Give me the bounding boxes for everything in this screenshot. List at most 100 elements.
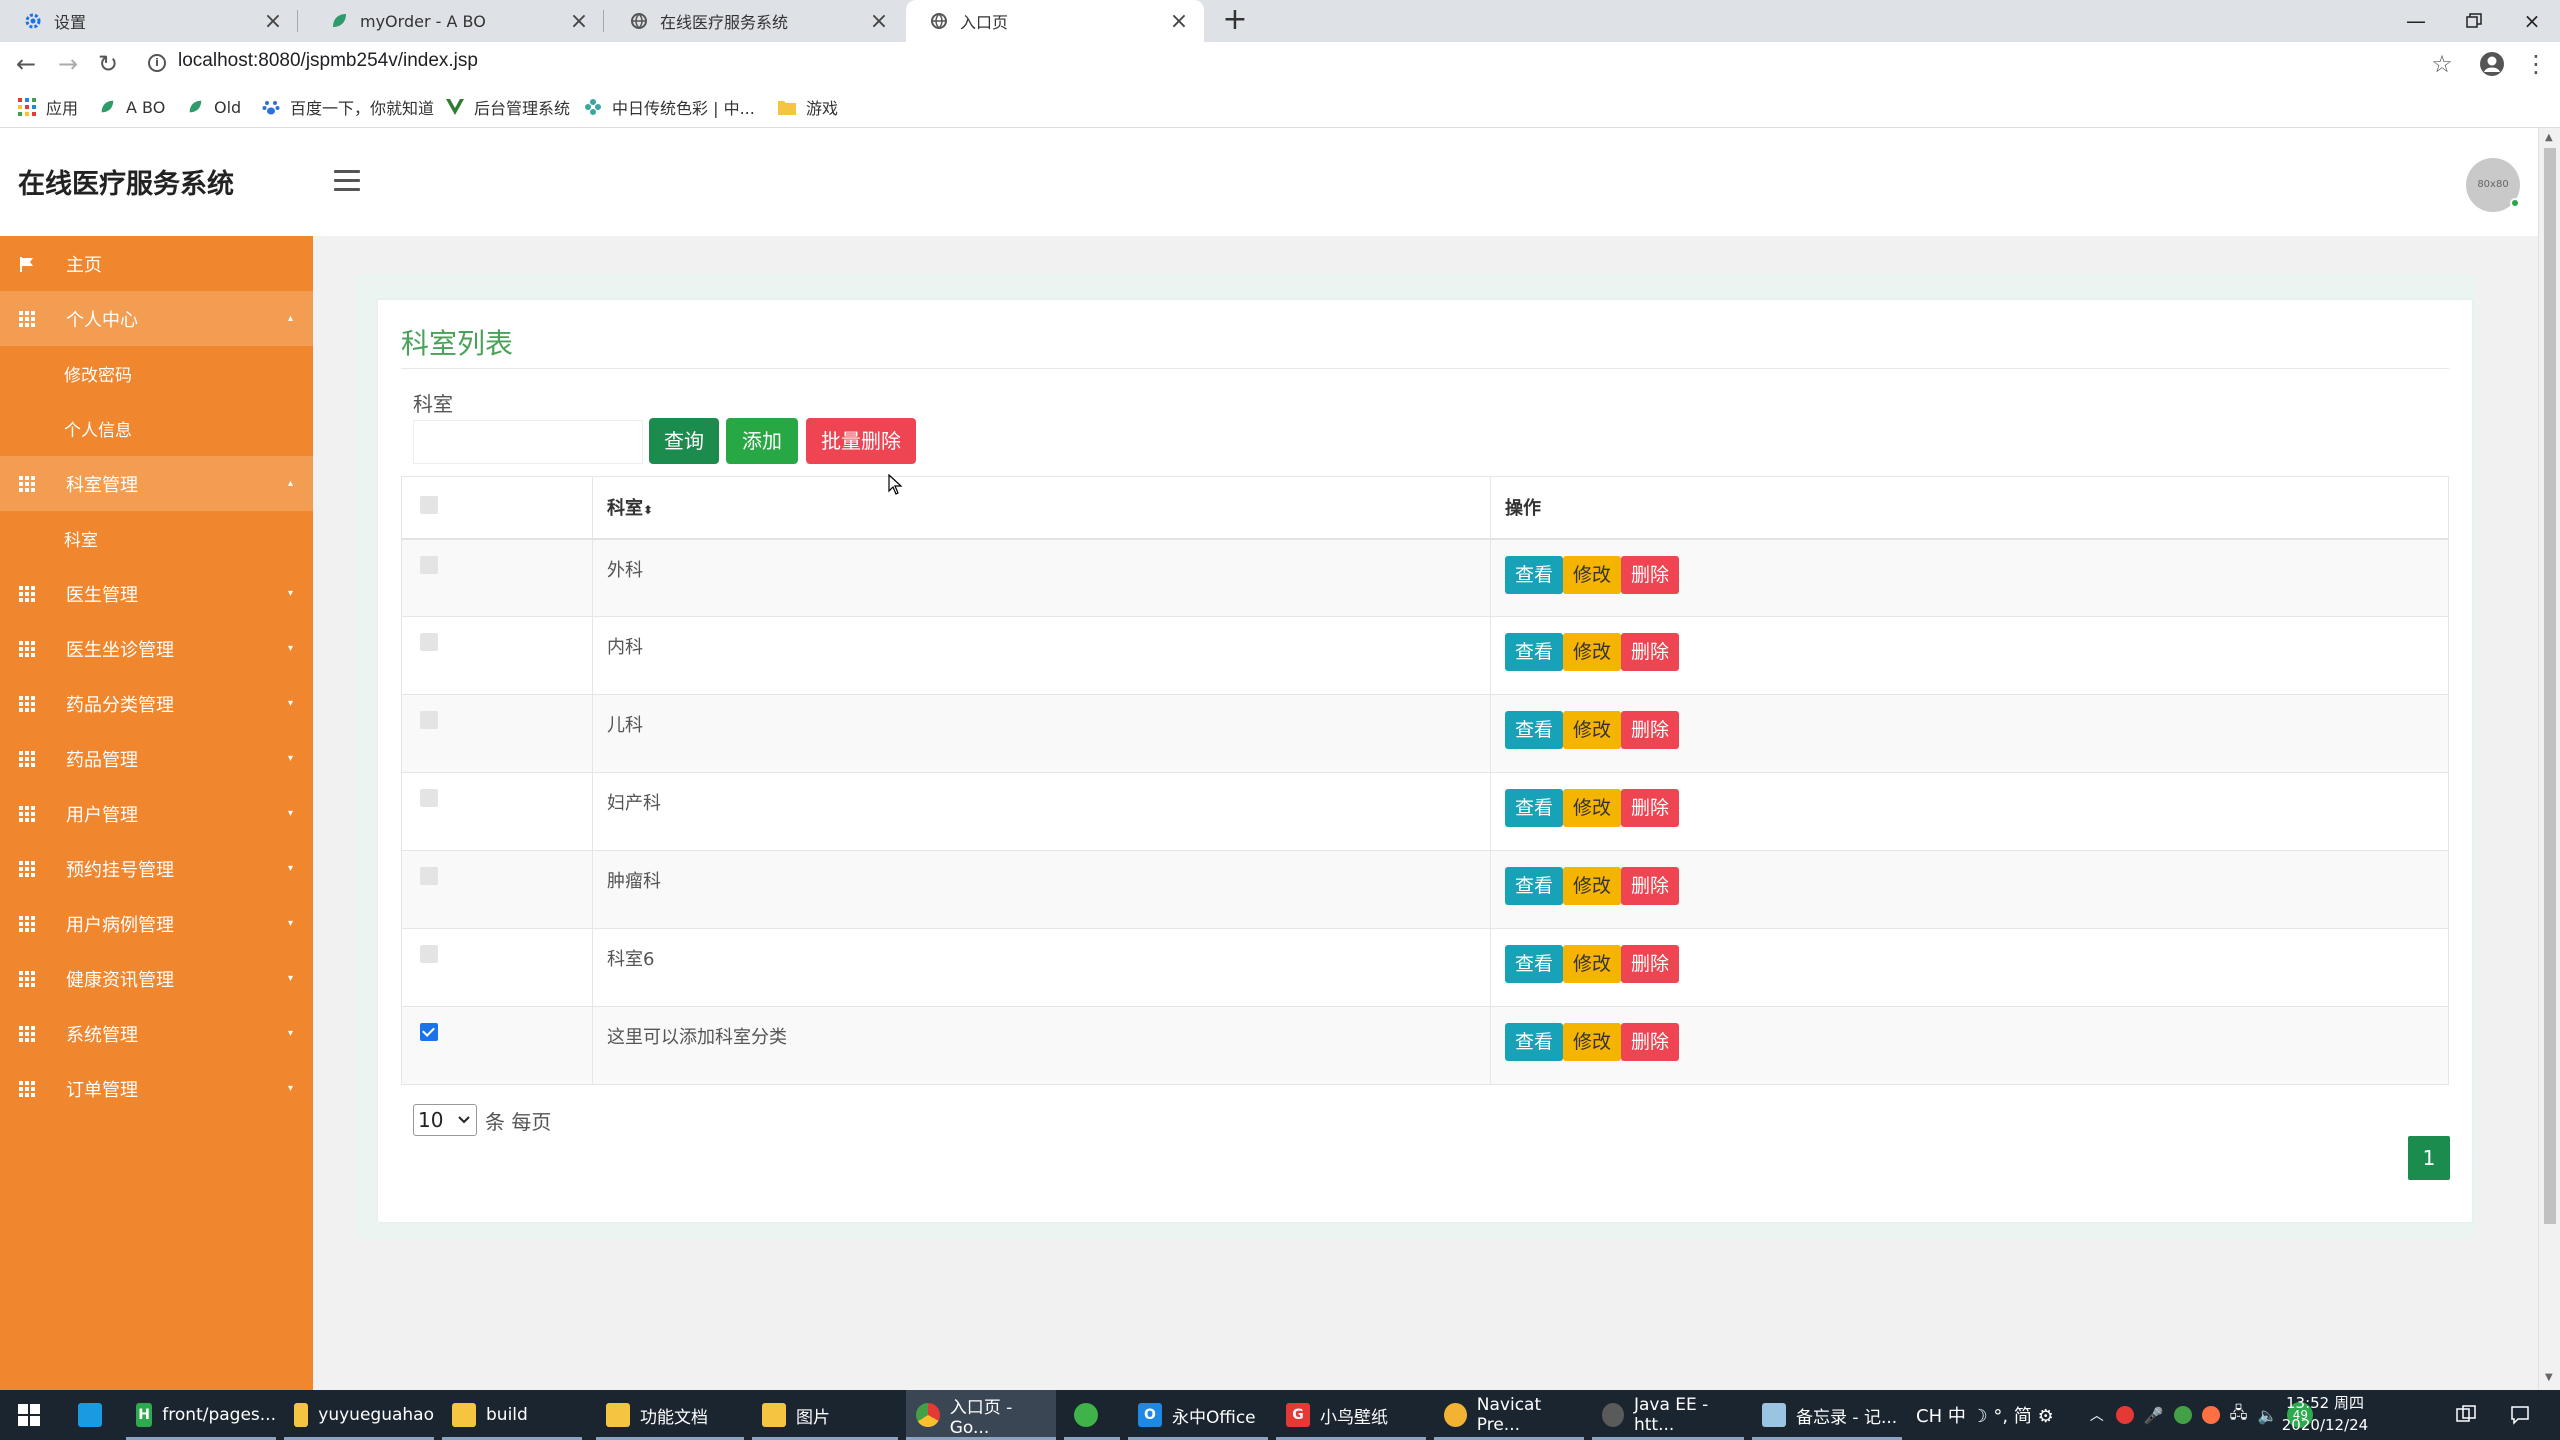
edit-button[interactable]: 修改 — [1563, 945, 1622, 983]
taskbar-store[interactable] — [68, 1390, 118, 1440]
network-icon[interactable]: 🖧 — [2230, 1402, 2248, 1429]
tab-myorder[interactable]: myOrder - A BO × — [306, 0, 604, 42]
close-icon[interactable]: × — [568, 9, 590, 34]
microphone-icon[interactable]: 🎤 — [2144, 1406, 2164, 1425]
delete-button[interactable]: 删除 — [1621, 867, 1680, 905]
delete-button[interactable]: 删除 — [1621, 789, 1680, 827]
scroll-down-icon[interactable]: ▼ — [2545, 1372, 2553, 1383]
reload-icon[interactable]: ↻ — [92, 48, 124, 80]
bookmark-apps[interactable]: 应用 — [18, 86, 78, 128]
forward-icon[interactable]: → — [52, 48, 84, 80]
back-icon[interactable]: ← — [10, 48, 42, 80]
close-window-button[interactable]: × — [2504, 0, 2560, 42]
add-button[interactable]: 添加 — [726, 418, 798, 464]
page-size-select[interactable]: 10 — [413, 1104, 477, 1136]
view-button[interactable]: 查看 — [1505, 789, 1564, 827]
view-button[interactable]: 查看 — [1505, 945, 1564, 983]
close-icon[interactable]: × — [1168, 9, 1190, 34]
taskbar-item-navicat[interactable]: Navicat Pre... — [1434, 1390, 1584, 1440]
edit-button[interactable]: 修改 — [1563, 1023, 1622, 1061]
sidebar-item-doctor-schedule[interactable]: 医生坐诊管理 ▾ — [0, 621, 313, 676]
profile-icon[interactable] — [2476, 48, 2508, 80]
sidebar-item-case[interactable]: 用户病例管理 ▾ — [0, 896, 313, 951]
taskbar-item-office[interactable]: O 永中Office — [1128, 1390, 1268, 1440]
tab-entry-page[interactable]: 入口页 × — [906, 0, 1204, 42]
bookmark-baidu[interactable]: 百度一下，你就知道 — [262, 86, 434, 128]
tray-chevron-icon[interactable]: ︿ — [2090, 1405, 2104, 1425]
new-tab-button[interactable]: + — [1218, 2, 1252, 37]
taskbar-item-pictures[interactable]: 图片 — [752, 1390, 898, 1440]
bookmark-abo[interactable]: A BO — [98, 86, 165, 128]
select-all-checkbox[interactable] — [420, 495, 438, 514]
row-checkbox[interactable] — [420, 789, 438, 807]
row-checkbox[interactable] — [420, 555, 438, 574]
info-icon[interactable]: i — [148, 54, 166, 72]
bookmark-colors[interactable]: 中日传统色彩 | 中... — [584, 86, 755, 128]
row-checkbox[interactable] — [420, 1023, 438, 1041]
tab-medical-system[interactable]: 在线医疗服务系统 × — [606, 0, 904, 42]
sidebar-item-drug[interactable]: 药品管理 ▾ — [0, 731, 313, 786]
delete-button[interactable]: 删除 — [1621, 1023, 1680, 1061]
close-icon[interactable]: × — [262, 9, 284, 34]
scroll-thumb[interactable] — [2544, 148, 2556, 1224]
tab-settings[interactable]: 设置 × — [0, 0, 298, 42]
sort-icon[interactable]: ⬍ — [643, 503, 653, 517]
view-button[interactable]: 查看 — [1505, 711, 1564, 749]
start-button[interactable] — [8, 1390, 56, 1440]
row-checkbox[interactable] — [420, 633, 438, 651]
minimize-button[interactable]: — — [2388, 0, 2444, 42]
page-button-1[interactable]: 1 — [2408, 1136, 2450, 1180]
security-icon[interactable] — [2201, 1406, 2220, 1424]
sidebar-item-personal-center[interactable]: 个人中心 ▴ — [0, 291, 313, 346]
bookmark-old[interactable]: Old — [186, 86, 241, 128]
wechat-icon[interactable] — [2173, 1406, 2192, 1424]
delete-button[interactable]: 删除 — [1621, 633, 1680, 671]
edit-button[interactable]: 修改 — [1563, 633, 1622, 671]
sidebar-subitem-personal-info[interactable]: 个人信息 — [0, 401, 313, 456]
bookmark-admin[interactable]: 后台管理系统 — [446, 86, 570, 128]
batch-delete-button[interactable]: 批量删除 — [806, 418, 916, 464]
sidebar-item-doctor[interactable]: 医生管理 ▾ — [0, 566, 313, 621]
hamburger-menu-icon[interactable] — [334, 170, 360, 192]
bookmark-games[interactable]: 游戏 — [778, 86, 838, 128]
taskbar-item-eclipse[interactable]: Java EE - htt... — [1592, 1390, 1744, 1440]
delete-button[interactable]: 删除 — [1621, 555, 1680, 594]
taskbar-item-app[interactable] — [1064, 1390, 1120, 1440]
scroll-up-icon[interactable]: ▲ — [2545, 132, 2553, 143]
view-button[interactable]: 查看 — [1505, 633, 1564, 671]
view-button[interactable]: 查看 — [1505, 555, 1564, 594]
tray-app-icon[interactable] — [2115, 1406, 2134, 1424]
view-button[interactable]: 查看 — [1505, 867, 1564, 905]
sidebar-item-system[interactable]: 系统管理 ▾ — [0, 1006, 313, 1061]
sidebar-item-dept-management[interactable]: 科室管理 ▴ — [0, 456, 313, 511]
search-input[interactable] — [413, 420, 643, 464]
star-icon[interactable]: ☆ — [2426, 48, 2458, 80]
close-icon[interactable]: × — [868, 9, 890, 34]
taskbar-item-docs[interactable]: 功能文档 — [596, 1390, 744, 1440]
view-button[interactable]: 查看 — [1505, 1023, 1564, 1061]
sidebar-item-appointment[interactable]: 预约挂号管理 ▾ — [0, 841, 313, 896]
restore-button[interactable] — [2446, 0, 2502, 42]
row-checkbox[interactable] — [420, 711, 438, 729]
sidebar-item-user[interactable]: 用户管理 ▾ — [0, 786, 313, 841]
taskbar-item-chrome[interactable]: 入口页 - Go... — [906, 1390, 1056, 1440]
sidebar-subitem-change-password[interactable]: 修改密码 — [0, 346, 313, 401]
sidebar-item-home[interactable]: 主页 — [0, 236, 313, 291]
more-icon[interactable]: ⋮ — [2520, 48, 2552, 80]
row-checkbox[interactable] — [420, 867, 438, 885]
notification-badge[interactable] — [2446, 1390, 2486, 1440]
delete-button[interactable]: 删除 — [1621, 945, 1680, 983]
search-button[interactable]: 查询 — [649, 418, 719, 464]
row-checkbox[interactable] — [420, 945, 438, 963]
taskbar-item-hbuilder[interactable]: H front/pages... — [126, 1390, 276, 1440]
taskbar-item-yuyueguahao[interactable]: yuyueguahao — [284, 1390, 434, 1440]
dept-column-header[interactable]: 科室⬍ — [592, 476, 1491, 540]
taskbar-item-build[interactable]: build — [442, 1390, 582, 1440]
vertical-scrollbar[interactable]: ▲ ▼ — [2538, 128, 2560, 1390]
edit-button[interactable]: 修改 — [1563, 555, 1622, 594]
taskbar-item-notes[interactable]: 备忘录 - 记... — [1752, 1390, 1902, 1440]
sidebar-item-drug-category[interactable]: 药品分类管理 ▾ — [0, 676, 313, 731]
sidebar-item-order[interactable]: 订单管理 ▾ — [0, 1061, 313, 1116]
sidebar-subitem-dept[interactable]: 科室 — [0, 511, 313, 566]
edit-button[interactable]: 修改 — [1563, 711, 1622, 749]
